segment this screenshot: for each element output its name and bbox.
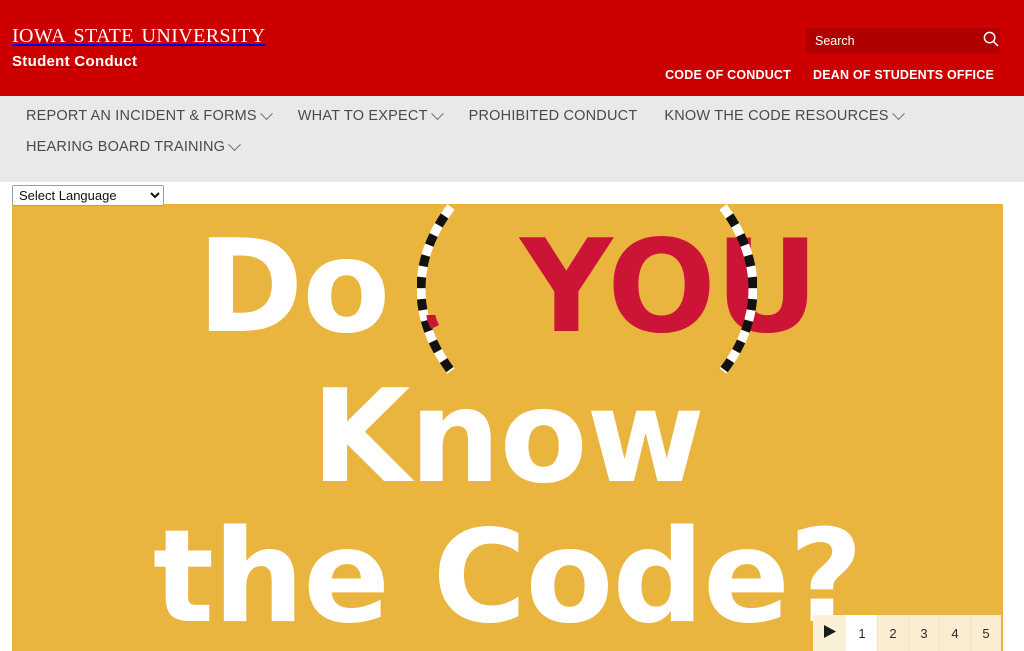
hero-line-1: Do YOU [12, 224, 1003, 352]
nav-item-hearing-board-training[interactable]: HEARING BOARD TRAINING [26, 137, 241, 155]
chevron-down-icon [228, 137, 241, 151]
chevron-down-icon [259, 106, 273, 120]
nav-item-label: HEARING BOARD TRAINING [26, 139, 226, 155]
utility-link-code-of-conduct[interactable]: CODE OF CONDUCT [665, 68, 791, 82]
nav-item-label: PROHIBITED CONDUCT [468, 108, 638, 124]
play-icon [823, 624, 837, 642]
carousel-page-5[interactable]: 5 [970, 615, 1001, 651]
language-selector-wrapper: Select Language [12, 185, 164, 206]
hero-banner[interactable]: Do YOU Know the Code? [12, 204, 1003, 651]
nav-row-secondary: HEARING BOARD TRAINING [26, 137, 1024, 155]
carousel-page-2[interactable]: 2 [877, 615, 908, 651]
carousel-page-3[interactable]: 3 [908, 615, 939, 651]
carousel-play-button[interactable] [813, 615, 846, 651]
search-box [806, 28, 1000, 53]
carousel-pagination: 1 2 3 4 5 [813, 615, 1001, 651]
chevron-down-icon [891, 106, 905, 120]
hero-line-1-prefix: Do [197, 213, 390, 362]
department-name: Student Conduct [12, 53, 138, 70]
nav-row-primary: REPORT AN INCIDENT & FORMS WHAT TO EXPEC… [26, 106, 1024, 124]
nav-item-report-an-incident-and-forms[interactable]: REPORT AN INCIDENT & FORMS [26, 106, 273, 124]
hero-line-1-highlight: YOU [520, 213, 819, 362]
utility-link-dean-of-students-office[interactable]: DEAN OF STUDENTS OFFICE [813, 68, 994, 82]
nav-item-prohibited-conduct[interactable]: PROHIBITED CONDUCT [469, 108, 638, 124]
university-wordmark: Iowa State University [12, 17, 266, 49]
nav-item-label: WHAT TO EXPECT [297, 108, 428, 124]
carousel-page-4[interactable]: 4 [939, 615, 970, 651]
nav-item-know-the-code-resources[interactable]: KNOW THE CODE RESOURCES [664, 106, 905, 124]
site-masthead: Iowa State University Student Conduct CO… [0, 0, 1024, 96]
chevron-down-icon [430, 106, 444, 120]
nav-item-label: KNOW THE CODE RESOURCES [664, 108, 889, 124]
search-input[interactable] [806, 28, 982, 53]
nav-item-label: REPORT AN INCIDENT & FORMS [26, 108, 257, 124]
search-icon [982, 30, 1000, 51]
utility-nav: CODE OF CONDUCT DEAN OF STUDENTS OFFICE [665, 68, 994, 82]
search-submit-button[interactable] [982, 28, 1000, 53]
carousel-page-1[interactable]: 1 [846, 615, 877, 651]
main-navigation: REPORT AN INCIDENT & FORMS WHAT TO EXPEC… [0, 96, 1024, 182]
nav-item-what-to-expect[interactable]: WHAT TO EXPECT [297, 106, 444, 124]
hero-line-2: Know [311, 363, 705, 512]
site-logo[interactable]: Iowa State University Student Conduct [12, 17, 266, 70]
language-select[interactable]: Select Language [12, 185, 164, 206]
